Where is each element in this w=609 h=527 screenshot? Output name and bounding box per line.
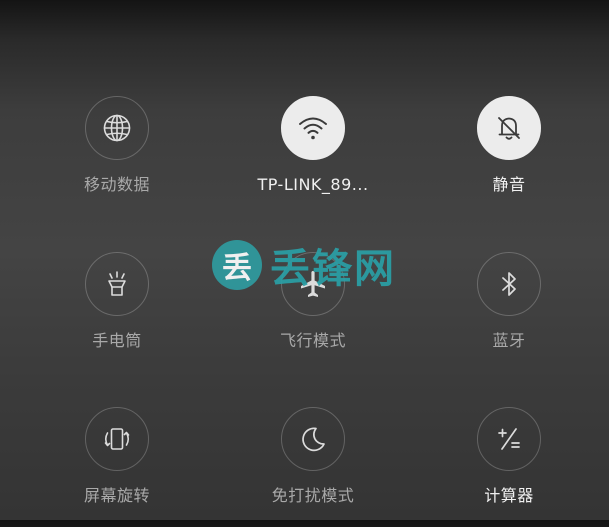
screen-rotation-toggle[interactable] (85, 407, 149, 471)
wifi-toggle[interactable] (281, 96, 345, 160)
tile-calculator[interactable]: 计算器 (429, 407, 589, 527)
tile-label: 免打扰模式 (271, 486, 355, 505)
bluetooth-icon (502, 272, 516, 296)
airplane-icon (301, 270, 325, 297)
wifi-icon (299, 117, 327, 140)
tile-label: 静音 (492, 175, 526, 194)
do-not-disturb-toggle[interactable] (281, 407, 345, 471)
calculator-icon (498, 428, 520, 450)
tile-bluetooth[interactable]: 蓝牙 (429, 252, 589, 372)
tile-label: 计算器 (484, 486, 534, 505)
tile-screen-rotation[interactable]: 屏幕旋转 (37, 407, 197, 527)
globe-icon (103, 114, 131, 142)
tile-airplane-mode[interactable]: 飞行模式 (233, 252, 393, 372)
calculator-button[interactable] (477, 407, 541, 471)
mobile-data-toggle[interactable] (85, 96, 149, 160)
silent-toggle[interactable] (477, 96, 541, 160)
tile-label: 蓝牙 (492, 331, 526, 350)
tile-label: 移动数据 (83, 175, 150, 194)
bell-off-icon (498, 117, 520, 140)
tile-mobile-data[interactable]: 移动数据 (37, 96, 197, 216)
quick-settings-panel: 移动数据 TP-LINK_89... 静音 手电筒 飞行模式 蓝牙 屏幕旋转 免… (0, 0, 609, 520)
bluetooth-toggle[interactable] (477, 252, 541, 316)
tile-label: TP-LINK_89... (257, 175, 369, 194)
airplane-mode-toggle[interactable] (281, 252, 345, 316)
tile-wifi[interactable]: TP-LINK_89... (233, 96, 393, 216)
tile-label: 飞行模式 (279, 331, 346, 350)
tile-silent[interactable]: 静音 (429, 96, 589, 216)
screen-rotation-icon (104, 428, 130, 450)
tile-label: 屏幕旋转 (83, 486, 150, 505)
flashlight-toggle[interactable] (85, 252, 149, 316)
moon-icon (302, 427, 325, 452)
tile-label: 手电筒 (92, 331, 142, 350)
tile-do-not-disturb[interactable]: 免打扰模式 (233, 407, 393, 527)
tile-flashlight[interactable]: 手电筒 (37, 252, 197, 372)
flashlight-icon (108, 271, 126, 296)
